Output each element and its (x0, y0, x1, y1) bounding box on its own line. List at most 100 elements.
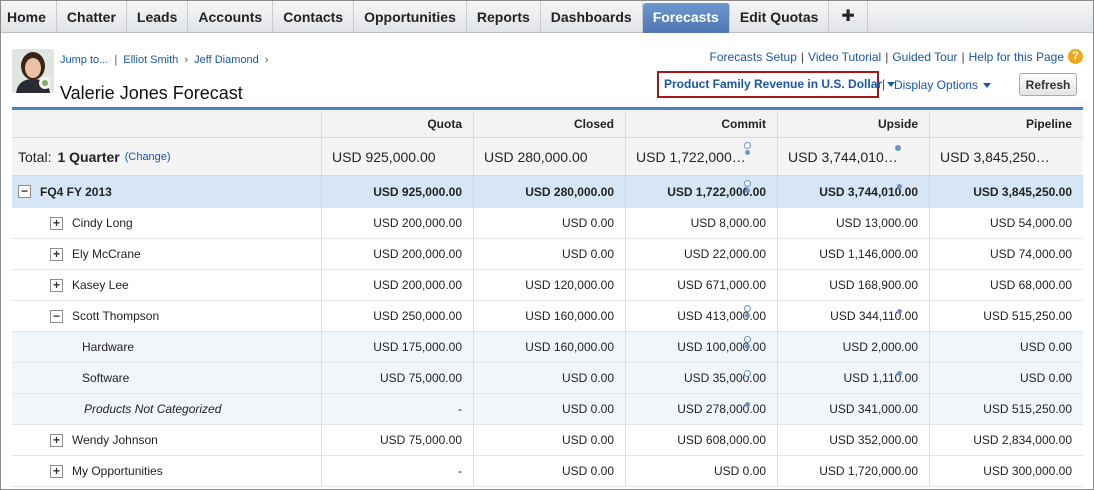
row-closed: USD 0.00 (474, 394, 626, 424)
row-commit[interactable]: USD 0.00 (626, 456, 778, 486)
row-commit[interactable]: USD 35,000.00 (626, 363, 778, 393)
breadcrumb-elliot-smith[interactable]: Elliot Smith (123, 54, 178, 66)
tab-dashboards[interactable]: Dashboards (541, 1, 643, 33)
row-upside[interactable]: USD 1,720,000.00 (778, 456, 930, 486)
row-upside[interactable]: USD 2,000.00 (778, 332, 930, 362)
tab-leads[interactable]: Leads (127, 1, 189, 33)
row-pipeline[interactable]: USD 515,250.00 (930, 301, 1083, 331)
breadcrumb-jeff-diamond[interactable]: Jeff Diamond (194, 54, 259, 66)
row-pipeline[interactable]: USD 74,000.00 (930, 239, 1083, 269)
row-upside[interactable]: USD 352,000.00 (778, 425, 930, 455)
row-upside[interactable]: USD 1,110.00 (778, 363, 930, 393)
expand-icon[interactable]: + (50, 433, 63, 447)
row-quota: USD 200,000.00 (322, 270, 474, 300)
adjustment-indicator-icon (897, 184, 902, 189)
video-tutorial-link[interactable]: Video Tutorial (808, 50, 881, 64)
tab-home[interactable]: Home (1, 1, 57, 33)
table-row: − Scott Thompson USD 250,000.00 USD 160,0… (12, 301, 1083, 332)
row-closed: USD 0.00 (474, 239, 626, 269)
row-upside[interactable]: USD 344,110.00 (778, 301, 930, 331)
adjustment-indicator-icon (744, 336, 751, 343)
row-name: Cindy Long (72, 216, 133, 230)
row-name-cell: Software (12, 363, 322, 393)
row-pipeline[interactable]: USD 54,000.00 (930, 208, 1083, 238)
period-upside[interactable]: USD 3,744,010.00 (778, 176, 930, 207)
header-quota[interactable]: Quota (322, 110, 474, 137)
row-name: Products Not Categorized (84, 402, 222, 416)
row-closed: USD 120,000.00 (474, 270, 626, 300)
header-pipeline[interactable]: Pipeline (930, 110, 1083, 137)
row-quota: USD 75,000.00 (322, 425, 474, 455)
row-pipeline[interactable]: USD 68,000.00 (930, 270, 1083, 300)
row-upside[interactable]: USD 168,900.00 (778, 270, 930, 300)
period-quota: USD 925,000.00 (322, 176, 474, 207)
guided-tour-link[interactable]: Guided Tour (892, 50, 957, 64)
period-commit[interactable]: USD 1,722,000.00 (626, 176, 778, 207)
row-pipeline[interactable]: USD 2,834,000.00 (930, 425, 1083, 455)
expand-icon[interactable]: + (50, 464, 63, 478)
jump-to-link[interactable]: Jump to... (60, 54, 108, 66)
row-commit-value: USD 35,000.00 (683, 371, 766, 385)
expand-icon[interactable]: + (50, 216, 63, 230)
grid-header-row: Quota Closed Commit Upside Pipeline (12, 110, 1083, 138)
tab-opportunities[interactable]: Opportunities (354, 1, 467, 33)
adjustment-indicator-icon (744, 370, 751, 377)
tab-forecasts[interactable]: Forecasts (642, 3, 730, 33)
row-pipeline[interactable]: USD 0.00 (930, 332, 1083, 362)
row-name-cell: − Scott Thompson (12, 301, 322, 331)
row-commit[interactable]: USD 413,000.00 (626, 301, 778, 331)
user-photo-icon (12, 49, 54, 93)
forecast-type-dropdown[interactable]: Product Family Revenue in U.S. Dollar (657, 71, 896, 98)
breadcrumb: Jump to... | Elliot Smith › Jeff Diamond… (60, 54, 271, 66)
row-commit[interactable]: USD 608,000.00 (626, 425, 778, 455)
header-closed[interactable]: Closed (474, 110, 626, 137)
tab-edit-quotas[interactable]: Edit Quotas (730, 1, 830, 33)
breadcrumb-chevron-icon: › (264, 54, 269, 66)
period-row: − FQ4 FY 2013 USD 925,000.00 USD 280,000… (12, 176, 1083, 208)
tab-chatter[interactable]: Chatter (57, 1, 127, 33)
row-upside[interactable]: USD 341,000.00 (778, 394, 930, 424)
row-commit[interactable]: USD 22,000.00 (626, 239, 778, 269)
row-upside[interactable]: USD 13,000.00 (778, 208, 930, 238)
header-commit[interactable]: Commit (626, 110, 778, 137)
refresh-button[interactable]: Refresh (1019, 73, 1077, 96)
forecasts-setup-link[interactable]: Forecasts Setup (710, 50, 797, 64)
period-pipeline[interactable]: USD 3,845,250.00 (930, 176, 1083, 207)
breadcrumb-chevron-icon: › (184, 54, 189, 66)
total-commit: USD 1,722,000… (626, 138, 778, 175)
row-upside[interactable]: USD 1,146,000.00 (778, 239, 930, 269)
row-name: Software (82, 371, 130, 385)
change-period-link[interactable]: (Change) (125, 151, 171, 163)
header-name-cell (12, 110, 322, 137)
row-name: Hardware (82, 340, 135, 354)
row-quota: USD 200,000.00 (322, 208, 474, 238)
period-label: FQ4 FY 2013 (40, 184, 112, 199)
help-for-page-link[interactable]: Help for this Page (969, 50, 1064, 64)
help-icon[interactable]: ? (1068, 49, 1083, 64)
row-pipeline[interactable]: USD 300,000.00 (930, 456, 1083, 486)
row-name: My Opportunities (72, 464, 163, 478)
row-commit-value: USD 413,000.00 (677, 309, 766, 323)
add-tab-icon[interactable]: ✚ (829, 1, 868, 33)
row-pipeline[interactable]: USD 515,250.00 (930, 394, 1083, 424)
row-commit[interactable]: USD 100,000.00 (626, 332, 778, 362)
expand-icon[interactable]: + (50, 278, 63, 292)
row-commit[interactable]: USD 671,000.00 (626, 270, 778, 300)
tab-accounts[interactable]: Accounts (188, 1, 274, 33)
row-upside-value: USD 1,110.00 (843, 371, 919, 385)
row-pipeline[interactable]: USD 0.00 (930, 363, 1083, 393)
adjustment-indicator-icon (744, 142, 751, 149)
expand-icon[interactable]: + (50, 247, 63, 261)
row-commit[interactable]: USD 8,000.00 (626, 208, 778, 238)
period-upside-value: USD 3,744,010.00 (819, 184, 918, 199)
row-commit[interactable]: USD 278,000.00 (626, 394, 778, 424)
tab-contacts[interactable]: Contacts (273, 1, 355, 33)
link-separator: | (882, 77, 886, 91)
tab-reports[interactable]: Reports (467, 1, 541, 33)
collapse-icon[interactable]: − (50, 309, 63, 323)
total-period: 1 Quarter (57, 148, 120, 165)
display-options-dropdown[interactable]: Display Options (894, 78, 992, 92)
table-row: + Wendy Johnson USD 75,000.00 USD 0.00 US… (12, 425, 1083, 456)
collapse-icon[interactable]: − (18, 185, 31, 198)
header-upside[interactable]: Upside (778, 110, 930, 137)
